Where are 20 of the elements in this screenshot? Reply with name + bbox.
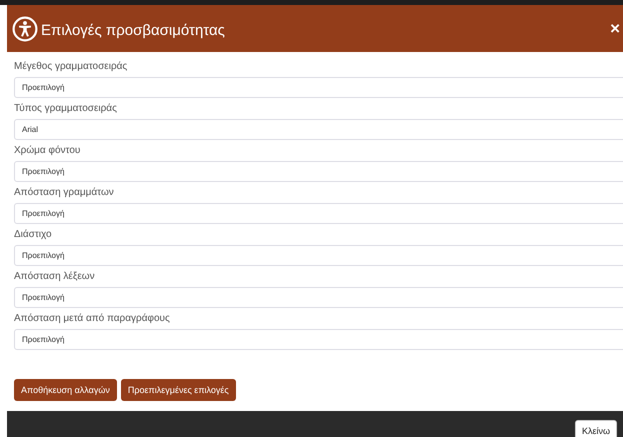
accessibility-icon xyxy=(12,16,38,42)
action-button[interactable]: Αποθήκευση αλλαγών xyxy=(14,379,117,401)
select-field[interactable]: Arial xyxy=(14,119,623,140)
field-label: Τύπος γραμματοσειράς xyxy=(14,102,118,116)
close-button[interactable]: × xyxy=(608,18,622,38)
field-label: Απόσταση μετά από παραγράφους xyxy=(14,312,171,326)
close-dialog-button[interactable]: Κλείνω xyxy=(575,420,618,437)
field-label: Χρώμα φόντου xyxy=(14,144,82,158)
field-label: Απόσταση γραμμάτων xyxy=(14,186,115,200)
select-field[interactable]: Προεπιλογή xyxy=(14,329,623,350)
select-field[interactable]: Προεπιλογή xyxy=(14,203,623,224)
field-label: Απόσταση λέξεων xyxy=(14,270,96,284)
select-field[interactable]: Προεπιλογή xyxy=(14,161,623,182)
select-field[interactable]: Προεπιλογή xyxy=(14,77,623,98)
dialog-title: Επιλογές προσβασιμότητας xyxy=(41,22,225,39)
select-field[interactable]: Προεπιλογή xyxy=(14,287,623,308)
action-button[interactable]: Προεπιλεγμένες επιλογές xyxy=(120,379,236,401)
field-label: Μέγεθος γραμματοσειράς xyxy=(14,60,128,74)
select-field[interactable]: Προεπιλογή xyxy=(14,245,623,266)
field-label: Διάστιχο xyxy=(14,228,53,242)
